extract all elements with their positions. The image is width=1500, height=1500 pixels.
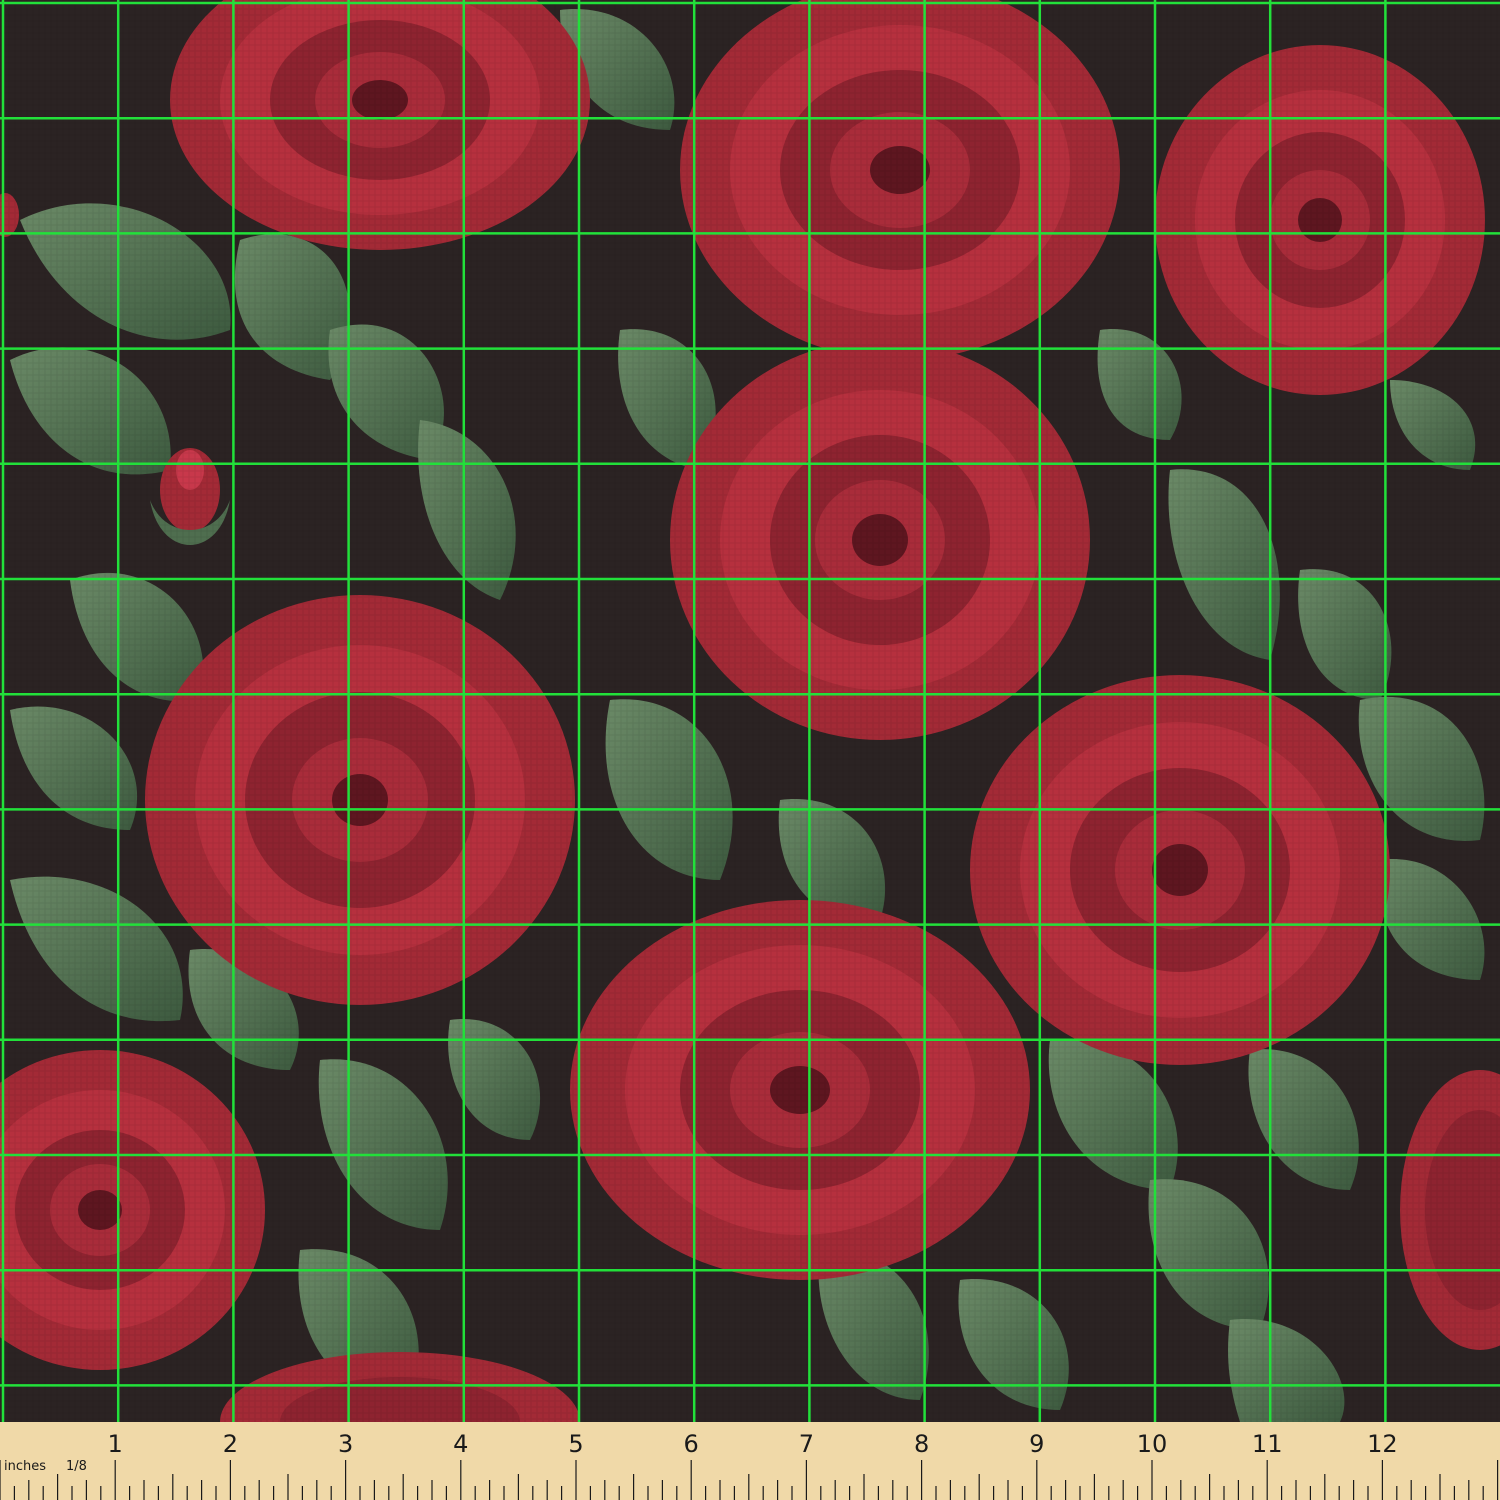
ruler-number: 3 (338, 1430, 353, 1458)
ruler-number: 6 (684, 1430, 699, 1458)
ruler-number: 10 (1137, 1430, 1168, 1458)
rose-pattern-fabric (0, 0, 1500, 1422)
ruler-number: 4 (453, 1430, 468, 1458)
ruler-number: 8 (914, 1430, 929, 1458)
inch-ruler: 12345678910111213 inches 1/8 (0, 1422, 1500, 1500)
ruler-number: 1 (108, 1430, 123, 1458)
ruler-number: 5 (568, 1430, 583, 1458)
ruler-number: 9 (1029, 1430, 1044, 1458)
ruler-subdivision-label: 1/8 (66, 1459, 87, 1474)
ruler-number: 11 (1252, 1430, 1283, 1458)
ruler-number: 7 (799, 1430, 814, 1458)
ruler-number: 2 (223, 1430, 238, 1458)
ruler-number: 12 (1367, 1430, 1398, 1458)
fabric-swatch-image: 12345678910111213 inches 1/8 (0, 0, 1500, 1500)
ruler-unit-label: inches (4, 1459, 46, 1474)
